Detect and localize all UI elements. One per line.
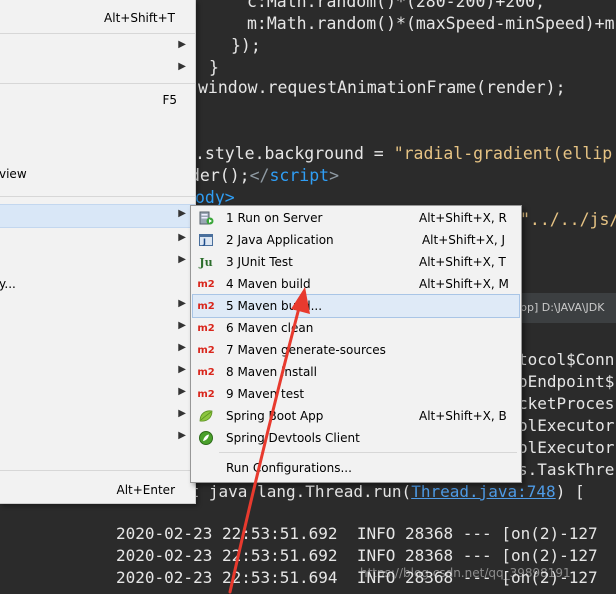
menu-item-junit-test[interactable]: Ju 3 JUnit Test Alt+Shift+X, T <box>193 251 519 273</box>
code-line: } <box>209 58 219 77</box>
stacktrace-link[interactable]: Thread.java:748 <box>411 482 556 501</box>
menu-item-maven-build-dialog[interactable]: m2 5 Maven build... <box>192 294 520 318</box>
submenu-arrow-icon: ▶ <box>178 232 186 243</box>
context-menu-item-properties[interactable]: Alt+Enter <box>0 479 195 501</box>
menu-item-spring-boot-app[interactable]: Spring Boot App Alt+Shift+X, B <box>193 405 519 427</box>
submenu-arrow-icon: ▶ <box>178 320 186 331</box>
menu-item-java-application[interactable]: J 2 Java Application Alt+Shift+X, J <box>193 229 519 251</box>
submenu-arrow-icon: ▶ <box>178 408 186 419</box>
code-line: der();</script> <box>195 166 340 185</box>
menu-separator <box>0 470 195 471</box>
maven-icon: m2 <box>197 388 215 400</box>
submenu-arrow-icon: ▶ <box>178 254 186 265</box>
watermark: https://blog.csdn.net/qq_39898191 <box>360 566 571 580</box>
context-menu-item[interactable]: ▶ <box>0 427 195 449</box>
console-line: cketProces <box>518 394 615 413</box>
console-line: olExecutor <box>518 438 615 457</box>
submenu-arrow-icon: ▶ <box>178 364 186 375</box>
submenu-arrow-icon: ▶ <box>178 342 186 353</box>
log-line: 2020-02-23 22:53:51.692 INFO 28368 --- [… <box>116 524 598 543</box>
junit-icon: Ju <box>199 255 213 269</box>
menu-separator <box>0 196 195 197</box>
context-menu-item[interactable]: ▶ <box>0 339 195 361</box>
maven-icon: m2 <box>197 300 215 312</box>
context-menu-item[interactable]: ▶ <box>0 229 195 251</box>
console-line: s.TaskThre <box>518 460 615 479</box>
context-menu-item[interactable]: y... <box>0 273 195 295</box>
context-menu-item[interactable]: view <box>0 163 195 185</box>
context-menu-item-run-as[interactable]: ▶ <box>0 204 195 228</box>
context-menu-item[interactable]: ▶ <box>0 383 195 405</box>
submenu-arrow-icon: ▶ <box>178 39 186 50</box>
submenu-arrow-icon: ▶ <box>178 208 186 219</box>
submenu-arrow-icon: ▶ <box>178 298 186 309</box>
menu-separator <box>0 33 195 34</box>
code-line: window.requestAnimationFrame(render); <box>198 78 566 97</box>
menu-item-maven-build[interactable]: m2 4 Maven build Alt+Shift+X, M <box>193 273 519 295</box>
maven-icon: m2 <box>197 278 215 290</box>
context-menu-item[interactable]: ▶ <box>0 361 195 383</box>
spring-boot-icon <box>198 408 214 424</box>
context-menu-item[interactable]: F5 <box>0 89 195 111</box>
java-app-icon: J <box>198 232 214 248</box>
log-line: 2020-02-23 22:53:51.692 INFO 28368 --- [… <box>116 546 598 565</box>
svg-text:J: J <box>202 238 206 247</box>
context-menu-item[interactable]: ▶ <box>0 405 195 427</box>
menu-separator <box>219 452 517 453</box>
context-menu-item[interactable]: ▶ <box>0 58 195 80</box>
menu-item-maven-test[interactable]: m2 9 Maven test <box>193 383 519 405</box>
run-as-submenu: 1 Run on Server Alt+Shift+X, R J 2 Java … <box>190 205 522 483</box>
server-run-icon <box>198 210 214 226</box>
menu-item-run-on-server[interactable]: 1 Run on Server Alt+Shift+X, R <box>193 207 519 229</box>
menu-item-maven-clean[interactable]: m2 6 Maven clean <box>193 317 519 339</box>
maven-icon: m2 <box>197 322 215 334</box>
console-line: olExecutor <box>518 416 615 435</box>
maven-icon: m2 <box>197 366 215 378</box>
menu-item-spring-devtools-client[interactable]: Spring Devtools Client <box>193 427 519 449</box>
submenu-arrow-icon: ▶ <box>178 430 186 441</box>
console-line: at java.lang.Thread.run(Thread.java:748)… <box>180 482 585 501</box>
spring-devtools-icon <box>198 430 214 446</box>
console-header-text: pp] D:\JAVA\JDK <box>520 301 605 314</box>
maven-icon: m2 <box>197 344 215 356</box>
context-menu-item[interactable]: Alt+Shift+T <box>0 7 195 29</box>
context-menu-item[interactable]: ▶ <box>0 36 195 58</box>
context-menu-item[interactable]: ▶ <box>0 295 195 317</box>
submenu-arrow-icon: ▶ <box>178 386 186 397</box>
code-line: }); <box>231 36 261 55</box>
code-line: "../../js/ <box>520 210 616 229</box>
code-line: c:Math.random()*(280-200)+200, <box>247 0 546 11</box>
code-line: m:Math.random()*(maxSpeed-minSpeed)+m <box>247 14 615 33</box>
menu-separator <box>0 83 195 84</box>
context-menu: Alt+Shift+T ▶ ▶ F5 view ▶ ▶ ▶ y... ▶ ▶ ▶… <box>0 0 196 504</box>
console-header: pp] D:\JAVA\JDK <box>515 293 616 324</box>
submenu-arrow-icon: ▶ <box>178 61 186 72</box>
console-line: oEndpoint$ <box>518 372 615 391</box>
context-menu-item[interactable]: ▶ <box>0 251 195 273</box>
code-line: .style.background = "radial-gradient(ell… <box>195 144 613 163</box>
menu-item-run-configurations[interactable]: Run Configurations... <box>193 457 519 479</box>
context-menu-item[interactable]: ▶ <box>0 317 195 339</box>
menu-item-maven-generate-sources[interactable]: m2 7 Maven generate-sources <box>193 339 519 361</box>
menu-item-maven-install[interactable]: m2 8 Maven install <box>193 361 519 383</box>
console-line: tocol$Conn <box>518 350 615 369</box>
